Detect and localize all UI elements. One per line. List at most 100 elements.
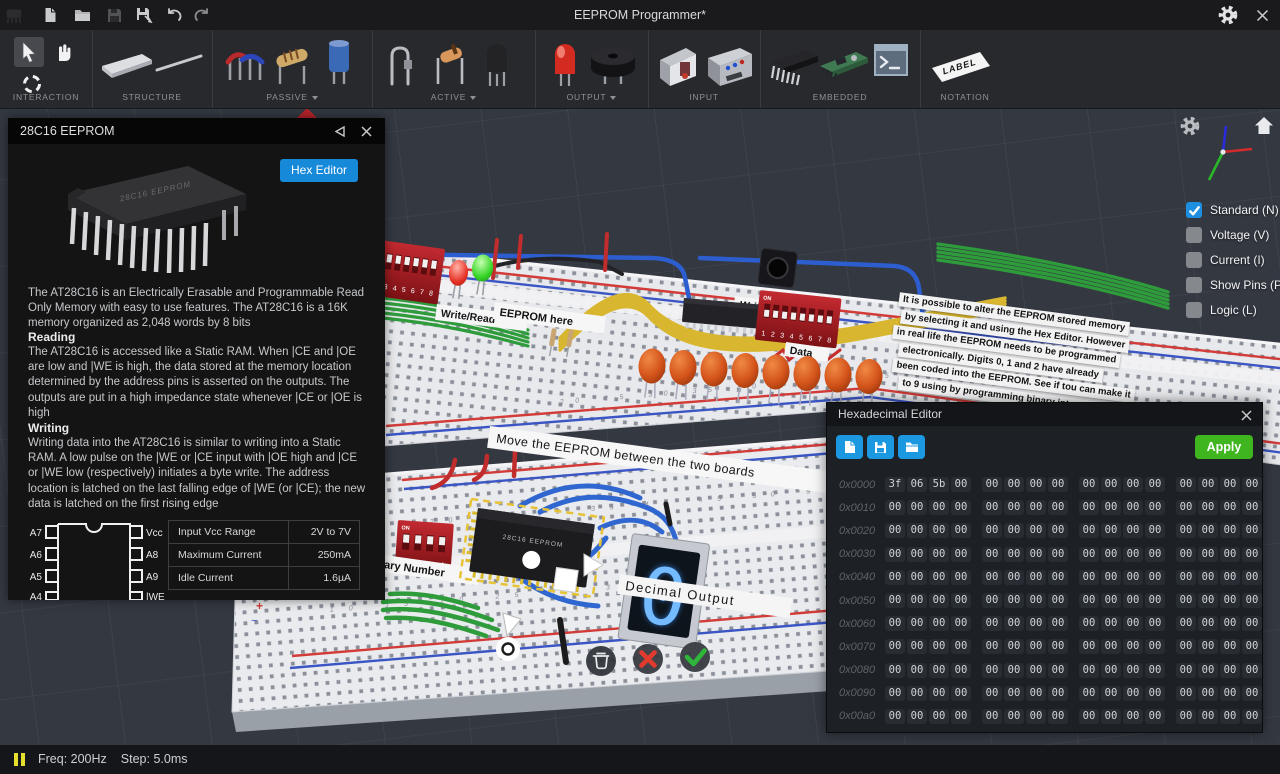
hex-byte[interactable]: 00 [1176, 709, 1196, 724]
hex-byte[interactable]: 00 [1198, 570, 1218, 585]
pause-indicator-icon[interactable] [14, 753, 27, 766]
hex-open-button[interactable] [898, 435, 925, 459]
dropdown-caret-icon[interactable] [610, 96, 616, 100]
hex-byte[interactable]: 00 [1101, 686, 1121, 701]
hex-byte[interactable]: 00 [1145, 500, 1165, 515]
hex-byte[interactable]: 00 [1101, 477, 1121, 492]
checkbox-row[interactable]: Standard (N) [1186, 202, 1280, 218]
buzzer-icon[interactable] [587, 44, 639, 91]
hex-byte[interactable]: 00 [1004, 686, 1024, 701]
hex-byte[interactable]: 00 [1220, 523, 1240, 538]
hex-byte[interactable]: 00 [1123, 593, 1143, 608]
hex-byte[interactable]: 00 [1026, 709, 1046, 724]
hex-byte[interactable]: 00 [1079, 477, 1099, 492]
hex-byte[interactable]: 00 [929, 547, 949, 562]
signal-diode-icon[interactable] [432, 42, 468, 91]
hex-byte[interactable]: 00 [929, 570, 949, 585]
rotate-handle-button[interactable] [496, 637, 520, 661]
hex-byte[interactable]: 00 [1145, 570, 1165, 585]
hex-byte[interactable]: 00 [1026, 663, 1046, 678]
hex-byte[interactable]: 00 [951, 709, 971, 724]
transistor-icon[interactable] [482, 40, 512, 93]
hex-byte[interactable]: 00 [1048, 570, 1068, 585]
hex-byte[interactable]: 00 [1048, 500, 1068, 515]
hex-byte[interactable]: 00 [1101, 663, 1121, 678]
hex-byte[interactable]: 00 [1242, 523, 1262, 538]
hex-byte[interactable]: 00 [1242, 616, 1262, 631]
hex-byte[interactable]: 00 [929, 593, 949, 608]
checkbox-checked[interactable] [1186, 202, 1202, 218]
hex-byte[interactable]: 00 [1101, 593, 1121, 608]
hex-byte[interactable]: 00 [1220, 593, 1240, 608]
hex-byte[interactable]: 00 [1004, 523, 1024, 538]
hex-byte[interactable]: 00 [885, 523, 905, 538]
hex-byte[interactable]: 00 [1242, 547, 1262, 562]
hex-byte[interactable]: 00 [951, 547, 971, 562]
hex-byte[interactable]: 00 [951, 663, 971, 678]
hex-byte[interactable]: 00 [1048, 709, 1068, 724]
hex-byte[interactable]: 00 [1242, 570, 1262, 585]
hex-byte[interactable]: 00 [1145, 709, 1165, 724]
hex-byte[interactable]: 00 [1220, 477, 1240, 492]
hex-byte[interactable]: 00 [1242, 663, 1262, 678]
capacitor-icon[interactable] [324, 38, 354, 91]
hex-byte[interactable]: 00 [1048, 663, 1068, 678]
hex-byte[interactable]: 00 [885, 500, 905, 515]
hex-byte[interactable]: 00 [929, 639, 949, 654]
hex-byte[interactable]: 00 [1004, 616, 1024, 631]
hex-byte[interactable]: 00 [982, 547, 1002, 562]
hex-byte[interactable]: 00 [1242, 500, 1262, 515]
hex-byte[interactable]: 00 [1198, 709, 1218, 724]
hex-byte[interactable]: 00 [1079, 593, 1099, 608]
hex-byte[interactable]: 00 [1198, 523, 1218, 538]
hex-byte[interactable]: 00 [885, 570, 905, 585]
hex-byte[interactable]: 00 [1176, 500, 1196, 515]
hex-byte[interactable]: 00 [1145, 663, 1165, 678]
hex-byte[interactable]: 00 [907, 709, 927, 724]
wire-icon[interactable] [154, 52, 204, 79]
hex-byte[interactable]: 00 [1048, 477, 1068, 492]
hex-byte[interactable]: 00 [1004, 500, 1024, 515]
hex-byte[interactable]: 00 [1123, 663, 1143, 678]
hex-byte[interactable]: 00 [1220, 500, 1240, 515]
close-window-icon[interactable] [1252, 5, 1272, 25]
hex-byte[interactable]: 00 [907, 593, 927, 608]
hex-byte[interactable]: 00 [885, 709, 905, 724]
cancel-button[interactable] [633, 644, 663, 674]
hex-byte[interactable]: 00 [1048, 686, 1068, 701]
hex-byte[interactable]: 00 [1145, 616, 1165, 631]
hex-byte[interactable]: 00 [1079, 639, 1099, 654]
hex-editor-button[interactable]: Hex Editor [280, 159, 358, 182]
hex-byte[interactable]: 00 [1026, 547, 1046, 562]
hex-byte[interactable]: 00 [1176, 523, 1196, 538]
hex-byte[interactable]: 00 [1123, 686, 1143, 701]
cursor-tool-icon[interactable] [20, 41, 38, 68]
hex-byte[interactable]: 00 [1198, 547, 1218, 562]
hex-byte[interactable]: 00 [1176, 639, 1196, 654]
hex-byte[interactable]: 00 [1176, 547, 1196, 562]
hex-byte[interactable]: 00 [1176, 477, 1196, 492]
checkbox-row[interactable]: Current (I) [1186, 252, 1280, 268]
hex-byte[interactable]: 5b [929, 477, 949, 492]
checkbox-row[interactable]: Show Pins (P) [1186, 277, 1280, 293]
hex-byte[interactable]: 00 [1220, 686, 1240, 701]
hex-byte[interactable]: 00 [1198, 686, 1218, 701]
hex-byte[interactable]: 00 [1048, 523, 1068, 538]
hex-byte[interactable]: 00 [1145, 547, 1165, 562]
hex-byte[interactable]: 00 [1048, 547, 1068, 562]
hex-byte[interactable]: 00 [1101, 500, 1121, 515]
hex-byte[interactable]: 00 [1220, 639, 1240, 654]
delete-button[interactable] [586, 646, 616, 676]
hex-byte[interactable]: 00 [982, 477, 1002, 492]
hex-byte[interactable]: 00 [1220, 570, 1240, 585]
hex-byte[interactable]: 00 [982, 593, 1002, 608]
resistor-icon[interactable] [274, 44, 310, 91]
hex-byte[interactable]: 00 [1242, 477, 1262, 492]
hex-byte[interactable]: 00 [1079, 570, 1099, 585]
hex-byte[interactable]: 00 [929, 523, 949, 538]
hex-byte[interactable]: 00 [1198, 500, 1218, 515]
checkbox[interactable] [1186, 227, 1202, 243]
hex-byte[interactable]: 00 [1145, 477, 1165, 492]
hex-byte[interactable]: 00 [1123, 477, 1143, 492]
hex-byte[interactable]: 00 [1220, 616, 1240, 631]
